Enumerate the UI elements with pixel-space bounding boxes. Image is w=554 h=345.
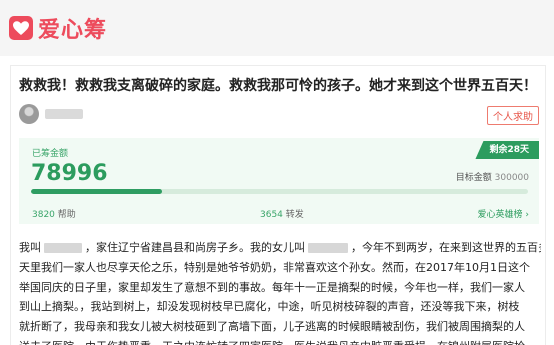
campaign-card: 救救我！救救我支离破碎的家庭。救救我那可怜的孩子。她才来到这个世界五百天！ 个人…: [10, 65, 546, 345]
story-line: 送去了医院。由于伤势严重一天之内连忙转了四家医院，医生说我母亲内脏严重受损，在锦…: [19, 337, 541, 345]
love-heroes-label: 爱心英雄榜: [477, 210, 523, 220]
target-value: 300000: [494, 173, 529, 183]
avatar[interactable]: [19, 104, 39, 124]
chevron-right-icon: ›: [525, 210, 529, 220]
progress-bar: [31, 189, 528, 194]
story-line: 举国同庆的日子里，家里却发生了意想不到的事故。每年十一正是摘梨的时候，今年也一样…: [19, 280, 525, 294]
story-line1-a: 我叫: [19, 241, 41, 254]
helps-label: 帮助: [57, 210, 76, 220]
redacted-name: [44, 243, 82, 253]
author-name-redacted: [45, 109, 83, 119]
logo[interactable]: 爱心筹: [9, 12, 107, 44]
story-text: 我叫 ，家住辽宁省建昌县和尚房子乡。我的女儿叫 ，今年不到两岁，在来到这世界的五百多…: [19, 238, 541, 345]
page: 爱心筹 救救我！救救我支离破碎的家庭。救救我那可怜的孩子。她才来到这个世界五百天…: [0, 0, 554, 345]
progress-fill: [31, 189, 162, 194]
helps-stat: 3820 帮助: [32, 207, 76, 220]
story-line: 天里我们一家人也尽享天伦之乐，特别是她爷爷奶奶，非常喜欢这个孙女。然而，在201…: [19, 260, 530, 274]
fundraising-box: 已筹金额 78996 剩余28天 目标金额 300000 3820 帮助 365…: [19, 138, 539, 224]
heart-logo-icon: [9, 16, 33, 40]
story-line1-c: ，今年不到两岁，在来到这世界的五百多: [351, 241, 541, 254]
raised-label: 已筹金额: [32, 149, 69, 159]
target-label: 目标金额: [455, 173, 492, 183]
love-heroes-link[interactable]: 爱心英雄榜 ›: [478, 207, 530, 220]
days-left-badge: 剩余28天: [475, 141, 539, 159]
story-line: 就折断了，我母亲和我女儿被大树枝砸到了高墙下面，儿子逃离的时候眼睛被刮伤，我们被…: [19, 320, 525, 334]
brand-name: 爱心筹: [38, 18, 108, 43]
story-line1-b: ，家住辽宁省建昌县和尚房子乡。我的女儿叫: [85, 241, 305, 254]
target-amount: 目标金额 300000: [456, 170, 529, 183]
category-badge: 个人求助: [487, 106, 539, 125]
story-line: 到山上摘梨。，我站到树上，却没发现树枝早已腐化，中途，听见树枝碎裂的声音，还没等…: [19, 300, 520, 314]
helps-count: 3820: [32, 210, 55, 220]
author-row: [19, 104, 539, 126]
header: 爱心筹: [0, 0, 554, 56]
story-line: 我叫 ，家住辽宁省建昌县和尚房子乡。我的女儿叫 ，今年不到两岁，在来到这世界的五百多: [19, 238, 541, 258]
shares-count: 3654: [260, 210, 283, 220]
campaign-title: 救救我！救救我支离破碎的家庭。救救我那可怜的孩子。她才来到这个世界五百天！: [19, 78, 537, 94]
shares-label: 转发: [285, 210, 304, 220]
shares-stat: 3654 转发: [260, 207, 304, 220]
raised-amount: 78996: [31, 161, 108, 186]
redacted-name: [308, 243, 348, 253]
